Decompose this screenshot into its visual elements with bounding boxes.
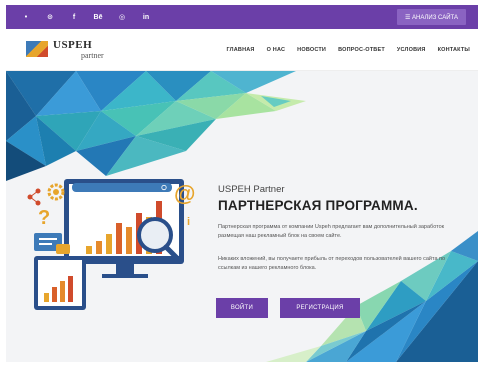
pinterest-icon[interactable]: ⊙ — [44, 13, 56, 21]
polygon-decoration-top — [6, 71, 306, 181]
page-frame: • ⊙ f Bē ◎ in ☰ АНАЛИЗ САЙТА USPEH partn… — [6, 5, 478, 362]
linkedin-icon[interactable]: in — [140, 14, 152, 21]
hero-paragraph-1: Партнерская программа от компании Uspeh … — [218, 224, 445, 239]
behance-icon[interactable]: Bē — [92, 14, 104, 21]
menu-item-home[interactable]: ГЛАВНАЯ — [226, 47, 254, 53]
main-menu: ГЛАВНАЯ О НАС НОВОСТИ ВОПРОС-ОТВЕТ УСЛОВ… — [226, 29, 470, 71]
menu-item-terms[interactable]: УСЛОВИЯ — [397, 47, 426, 53]
hero-title: ПАРТНЕРСКАЯ ПРОГРАММА. — [218, 198, 418, 213]
site-analysis-button[interactable]: ☰ АНАЛИЗ САЙТА — [396, 9, 466, 25]
logo[interactable]: USPEH partner — [26, 39, 104, 60]
register-button[interactable]: РЕГИСТРАЦИЯ — [280, 298, 360, 318]
instagram-icon[interactable]: ◎ — [116, 13, 128, 21]
social-topbar: • ⊙ f Bē ◎ in ☰ АНАЛИЗ САЙТА — [6, 5, 478, 29]
hero-paragraph-2: Никаких вложений, вы получаете прибыль о… — [218, 256, 446, 271]
svg-text:i: i — [187, 216, 190, 228]
twitter-icon[interactable]: • — [20, 14, 32, 21]
main-navbar: USPEH partner ГЛАВНАЯ О НАС НОВОСТИ ВОПР… — [6, 29, 478, 71]
menu-item-contacts[interactable]: КОНТАКТЫ — [438, 47, 470, 53]
svg-text:@: @ — [174, 181, 195, 206]
analytics-illustration: ? @ i — [27, 179, 195, 310]
logo-subtitle: partner — [81, 51, 104, 60]
logo-name: USPEH — [53, 39, 93, 51]
hero-section: ? @ i USPEH Partner ПАРТНЕРСКАЯ ПРОГРАММ… — [6, 71, 478, 362]
menu-item-news[interactable]: НОВОСТИ — [297, 47, 326, 53]
logo-mark-icon — [26, 41, 48, 57]
menu-item-faq[interactable]: ВОПРОС-ОТВЕТ — [338, 47, 385, 53]
social-links: • ⊙ f Bē ◎ in — [20, 5, 152, 29]
polygon-decoration-bottom — [266, 231, 478, 362]
svg-text:?: ? — [38, 207, 50, 229]
hero-subtitle: USPEH Partner — [218, 184, 285, 195]
facebook-icon[interactable]: f — [68, 14, 80, 21]
login-button[interactable]: ВОЙТИ — [216, 298, 268, 318]
menu-item-about[interactable]: О НАС — [267, 47, 286, 53]
hero-background-illustration: ? @ i — [6, 71, 478, 362]
